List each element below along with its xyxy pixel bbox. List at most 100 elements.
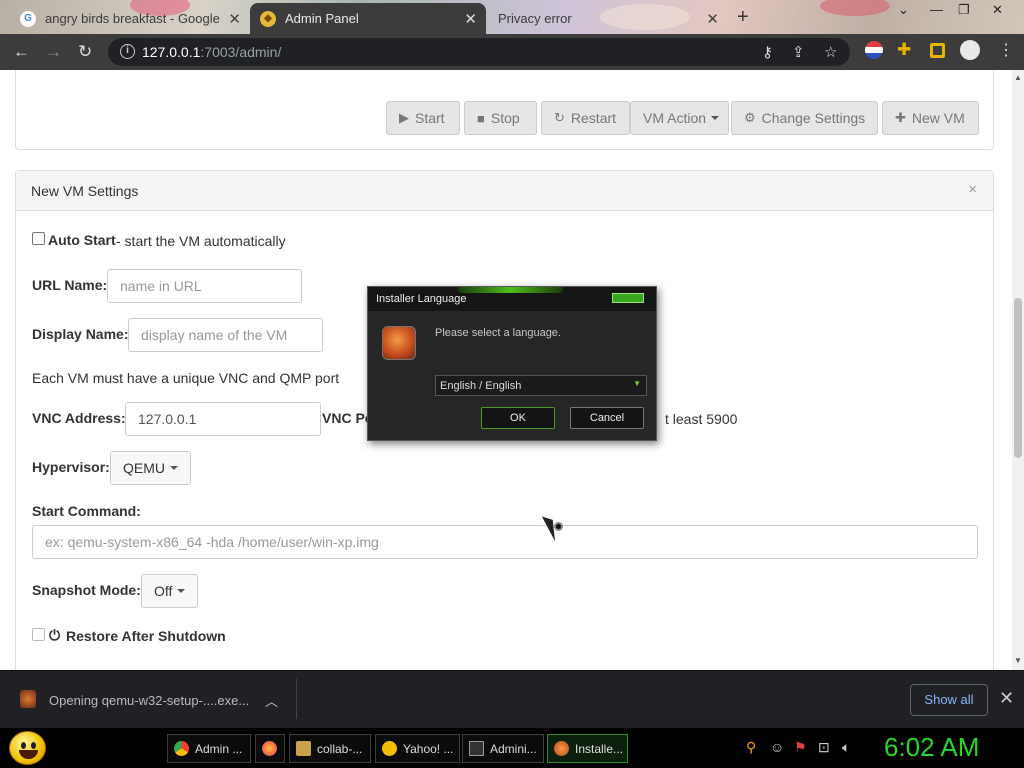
share-icon[interactable]: ⇪ [792,43,805,61]
forward-button[interactable]: → [45,42,62,62]
tab-close-icon[interactable]: ✕ [706,10,719,28]
restore-button[interactable]: ❐ [958,2,970,18]
chevron-down-icon [177,589,186,593]
scroll-down-icon[interactable]: ▼ [1014,656,1022,665]
page-scrollbar[interactable]: ▲ ▼ [1012,70,1024,670]
change-settings-button[interactable]: ⚙ Change Settings [731,101,878,135]
url-name-label: URL Name: [32,277,108,293]
taskbar-item-firefox[interactable] [255,734,285,763]
language-select[interactable]: English / English ▼ [435,375,647,396]
auto-start-description: - start the VM automatically [116,233,286,249]
taskbar-item-yahoo[interactable]: Yahoo! ... [375,734,460,763]
chevron-down-icon: ▼ [633,379,641,388]
show-all-button[interactable]: Show all [910,684,988,716]
network-icon[interactable]: ⊡ [818,739,830,756]
taskbar-clock[interactable]: 6:02 AM [884,732,979,763]
tab-search-icon[interactable]: ⌄ [898,2,909,18]
reload-button[interactable]: ↻ [78,42,92,62]
close-icon[interactable]: × [968,181,977,198]
taskbar: Admin ... collab-... Yahoo! ... Admini..… [0,728,1024,768]
tab-google-search[interactable]: G angry birds breakfast - Google ✕ [10,3,250,34]
scroll-up-icon[interactable]: ▲ [1014,73,1022,82]
taskbar-item-collab[interactable]: collab-... [289,734,371,763]
hypervisor-dropdown[interactable]: QEMU [110,451,191,485]
start-command-input[interactable]: ex: qemu-system-x86_64 -hda /home/user/w… [32,525,978,559]
url-text: 127.0.0.1:7003/admin/ [142,44,282,60]
tab-admin-panel[interactable]: ◆ Admin Panel ✕ [250,3,486,34]
console-icon [469,741,484,756]
snapshot-mode-label: Snapshot Mode: [32,582,141,598]
stop-button[interactable]: ■ Stop [464,101,537,135]
start-command-label: Start Command: [32,503,141,519]
installer-language-dialog: Installer Language Please select a langu… [367,286,657,441]
wallpaper-splash [820,0,890,16]
tray-smiley-icon[interactable]: ☺ [770,739,784,755]
restart-button[interactable]: ↻ Restart [541,101,630,135]
taskbar-item-installer[interactable]: Installe... [547,734,628,763]
new-tab-button[interactable]: + [737,6,749,29]
ok-button[interactable]: OK [481,407,555,429]
bookmark-star-icon[interactable]: ☆ [824,43,837,61]
title-glow-decoration [458,287,563,293]
tab-label: Admin Panel [285,11,359,26]
cancel-button[interactable]: Cancel [570,407,644,429]
gear-icon: ⚙ [744,110,756,125]
site-info-icon[interactable]: i [120,44,135,59]
chevron-up-icon[interactable]: ︿ [265,691,278,710]
close-window-button[interactable]: ✕ [992,2,1003,18]
tab-privacy-error[interactable]: Privacy error ✕ [488,3,728,34]
tab-close-icon[interactable]: ✕ [228,10,241,28]
auto-start-checkbox[interactable] [32,232,45,245]
vm-toolbar-panel: ▶ Start ■ Stop ↻ Restart VM Action ⚙ Change … [15,70,994,150]
firefox-icon [262,741,277,756]
browser-tab-strip: G angry birds breakfast - Google ✕ ◆ Adm… [0,0,1024,34]
address-bar[interactable]: i 127.0.0.1:7003/admin/ ⚷ ⇪ ☆ [108,38,850,66]
flag-icon[interactable]: ⚑ [794,739,807,756]
snapshot-mode-dropdown[interactable]: Off [141,574,199,608]
dialog-prompt: Please select a language. [435,327,561,339]
volume-icon[interactable]: 🔈︎ [842,739,850,756]
key-icon[interactable]: ⚷ [762,43,773,61]
display-name-input[interactable]: display name of the VM [128,318,323,352]
site-favicon-icon: ◆ [260,10,276,27]
search-icon[interactable]: ⚲ [746,739,756,756]
browser-menu-icon[interactable]: ⋮ [998,40,1016,59]
back-button[interactable]: ← [13,42,30,62]
side-panel-icon[interactable] [930,43,945,58]
close-download-bar-button[interactable]: ✕ [999,688,1014,709]
download-file-icon [20,690,36,708]
stop-icon: ■ [477,110,485,126]
minimize-button[interactable]: — [930,2,943,17]
tab-label: angry birds breakfast - Google [45,11,220,26]
extensions-puzzle-icon[interactable]: ✚ [897,40,915,59]
taskbar-item-admin-console[interactable]: Admini... [462,734,544,763]
vnc-address-input[interactable]: 127.0.0.1 [125,402,321,436]
chevron-down-icon [170,466,178,470]
start-button[interactable] [9,731,46,765]
vnc-port-note: t least 5900 [665,411,738,427]
tab-close-icon[interactable]: ✕ [464,10,477,28]
vnc-address-label: VNC Address: [32,410,126,426]
taskbar-item-chrome[interactable]: Admin ... [167,734,251,763]
extension-flag-icon[interactable] [865,41,883,59]
restore-after-shutdown-checkbox[interactable] [32,628,45,641]
start-button[interactable]: ▶ Start [386,101,460,135]
chevron-down-icon [711,116,720,120]
installer-icon [554,741,569,756]
play-icon: ▶ [399,110,409,125]
ports-note: Each VM must have a unique VNC and QMP p… [32,370,340,386]
yahoo-smiley-icon [382,741,397,756]
vm-action-dropdown[interactable]: VM Action [630,101,729,135]
profile-avatar-icon[interactable] [960,40,980,60]
new-vm-button[interactable]: ✚ New VM [882,101,979,135]
power-icon: ⏻ [49,627,61,643]
refresh-icon: ↻ [554,110,565,125]
url-name-input[interactable]: name in URL [107,269,302,303]
tab-label: Privacy error [498,11,572,26]
download-item[interactable]: Opening qemu-w32-setup-....exe... [49,693,249,708]
smiley-eye [21,742,26,749]
plus-icon: ✚ [895,110,906,125]
scrollbar-thumb[interactable] [1014,298,1022,458]
dialog-close-bar[interactable] [612,293,644,303]
download-shelf: Opening qemu-w32-setup-....exe... ︿ Show… [0,670,1024,728]
